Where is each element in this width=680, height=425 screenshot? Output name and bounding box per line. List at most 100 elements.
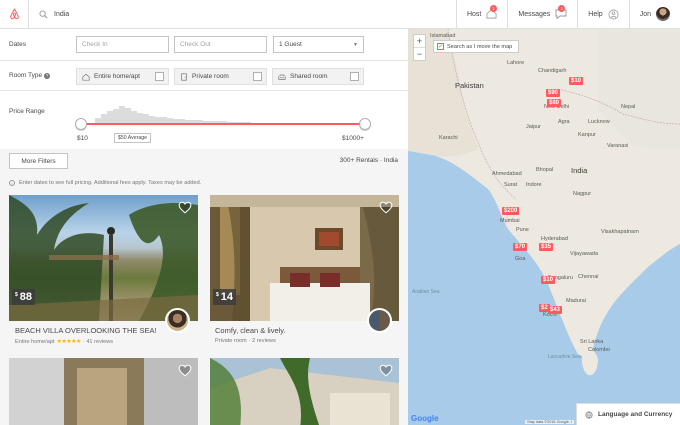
- host-avatar[interactable]: [165, 308, 190, 333]
- listing-room-type: Private room: [215, 338, 247, 344]
- map-city-label: Surat: [504, 182, 518, 188]
- map-city-label: Islamabad: [430, 33, 456, 39]
- listing-room-type: Entire home/apt: [15, 338, 55, 345]
- listing-title[interactable]: Comfy, clean & lively.: [215, 326, 286, 335]
- map-sea-label: Arabian Sea: [412, 289, 440, 295]
- map-city-label: Goa: [515, 256, 526, 262]
- heart-icon[interactable]: [178, 364, 192, 377]
- star-rating-icon: ★★★★★: [56, 339, 82, 345]
- dates-label: Dates: [9, 41, 26, 48]
- room-type-row: Room Type ? Entire home/apt Private room…: [0, 61, 408, 91]
- price-slider-min-handle[interactable]: [75, 118, 87, 130]
- listing-subtitle: Entire home/apt ★★★★★ · 41 reviews: [15, 338, 113, 346]
- airbnb-logo[interactable]: [0, 0, 29, 29]
- map-city-label: Colombo: [588, 347, 611, 353]
- nav-host[interactable]: Host 1: [455, 0, 507, 29]
- nav-help[interactable]: Help: [577, 0, 628, 29]
- nav-messages[interactable]: Messages 1: [507, 0, 577, 29]
- map-price-pin[interactable]: $43: [548, 306, 563, 314]
- heart-icon[interactable]: [178, 201, 192, 214]
- search-results-panel: Dates Check In Check Out 1 Guest ▼ Room …: [0, 29, 408, 425]
- map-city-label: Nagpur: [573, 191, 592, 197]
- nav-messages-label: Messages: [518, 10, 551, 18]
- room-type-entire-home-checkbox[interactable]: [155, 72, 164, 81]
- price-slider-max-handle[interactable]: [359, 118, 371, 130]
- guests-select[interactable]: 1 Guest ▼: [273, 36, 364, 53]
- map-city-label: Chandigarh: [538, 68, 567, 74]
- map-price-pin[interactable]: $80: [547, 99, 562, 107]
- listing-card[interactable]: $ 88 BEACH VILLA OVERLOOKING THE SEA! En…: [9, 195, 198, 347]
- zoom-out-button[interactable]: −: [414, 47, 425, 60]
- map[interactable]: + − ✓ Search as I move the map Pakistan …: [408, 29, 680, 425]
- help-icon: [608, 9, 619, 19]
- room-type-entire-home[interactable]: Entire home/apt: [76, 68, 169, 85]
- room-type-shared-room-checkbox[interactable]: [350, 72, 359, 81]
- map-country-label: Nepal: [621, 104, 636, 110]
- check-out-input[interactable]: Check Out: [174, 36, 267, 53]
- room-type-private-room[interactable]: Private room: [174, 68, 267, 85]
- map-price-pin[interactable]: $35: [539, 243, 554, 251]
- nav-user[interactable]: Jon: [628, 0, 680, 29]
- listing-card[interactable]: [9, 358, 198, 425]
- room-type-label: Room Type: [9, 72, 43, 79]
- room-type-private-room-label: Private room: [192, 73, 229, 80]
- price-slider-track[interactable]: [82, 123, 365, 125]
- map-price-pin[interactable]: $2: [539, 304, 550, 312]
- info-icon[interactable]: ?: [44, 72, 51, 79]
- room-type-label-wrap: Room Type ?: [9, 72, 51, 79]
- map-sea-label: Laccadive Sea: [548, 354, 581, 360]
- map-city-label: Ahmedabad: [492, 171, 522, 177]
- zoom-in-button[interactable]: +: [414, 35, 425, 47]
- heart-icon[interactable]: [379, 364, 393, 377]
- check-in-input[interactable]: Check In: [76, 36, 169, 53]
- guests-select-value: 1 Guest: [279, 41, 302, 48]
- map-city-label: Madurai: [566, 298, 586, 304]
- house-exterior-photo: [210, 358, 399, 425]
- map-data-attribution[interactable]: Map data ©2016 Google, I: [525, 420, 574, 424]
- listing-photo[interactable]: [9, 358, 198, 425]
- room-photo: [9, 358, 198, 425]
- pricing-note-text: Enter dates to see full pricing. Additio…: [19, 180, 202, 186]
- price-min-label: $10: [77, 135, 88, 142]
- host-avatar[interactable]: [367, 308, 392, 333]
- listing-photo[interactable]: $ 88: [9, 195, 198, 321]
- room-type-shared-room[interactable]: Shared room: [272, 68, 364, 85]
- price-max-label: $1000+: [342, 135, 364, 142]
- map-price-pin[interactable]: $200: [502, 207, 520, 215]
- map-zoom-controls[interactable]: + −: [413, 34, 426, 61]
- map-price-pin[interactable]: $10: [569, 77, 584, 85]
- map-country-label: Pakistan: [455, 81, 484, 90]
- map-city-label: Kanpur: [578, 132, 596, 138]
- listing-card[interactable]: $ 14 Comfy, clean & lively. Private room…: [210, 195, 399, 347]
- room-type-shared-room-label: Shared room: [290, 73, 328, 80]
- search-as-move-toggle[interactable]: ✓ Search as I move the map: [433, 40, 519, 53]
- language-currency-label: Language and Currency: [598, 411, 673, 418]
- dates-row: Dates Check In Check Out 1 Guest ▼: [0, 29, 408, 61]
- map-price-pin[interactable]: $70: [513, 243, 528, 251]
- host-notification-badge: 1: [489, 4, 497, 12]
- more-filters-button[interactable]: More Filters: [9, 153, 68, 169]
- listing-photo[interactable]: $ 14: [210, 195, 399, 321]
- couch-icon: [278, 74, 286, 80]
- filters-panel: Dates Check In Check Out 1 Guest ▼ Room …: [0, 29, 408, 149]
- map-city-label: Jaipur: [526, 124, 541, 130]
- search-as-move-checkbox[interactable]: ✓: [437, 43, 444, 50]
- listing-price: 88: [19, 291, 33, 303]
- heart-icon[interactable]: [379, 201, 393, 214]
- map-city-label: Chennai: [578, 274, 599, 280]
- search-bar[interactable]: India: [29, 0, 456, 29]
- map-price-pin[interactable]: $10: [541, 276, 556, 284]
- search-input[interactable]: India: [54, 11, 69, 18]
- language-currency-button[interactable]: Language and Currency: [576, 403, 680, 425]
- listing-photo[interactable]: [210, 358, 399, 425]
- airbnb-logo-icon: [9, 8, 19, 20]
- map-city-label: Lucknow: [588, 119, 610, 125]
- listing-card[interactable]: [210, 358, 399, 425]
- map-price-pin[interactable]: $90: [546, 89, 561, 97]
- nav-host-label: Host: [466, 10, 482, 18]
- map-city-label: Mumbai: [500, 218, 520, 224]
- listing-title[interactable]: BEACH VILLA OVERLOOKING THE SEA!: [15, 326, 157, 335]
- bedroom-photo: [210, 195, 399, 321]
- door-icon: [181, 72, 187, 81]
- room-type-private-room-checkbox[interactable]: [253, 72, 262, 81]
